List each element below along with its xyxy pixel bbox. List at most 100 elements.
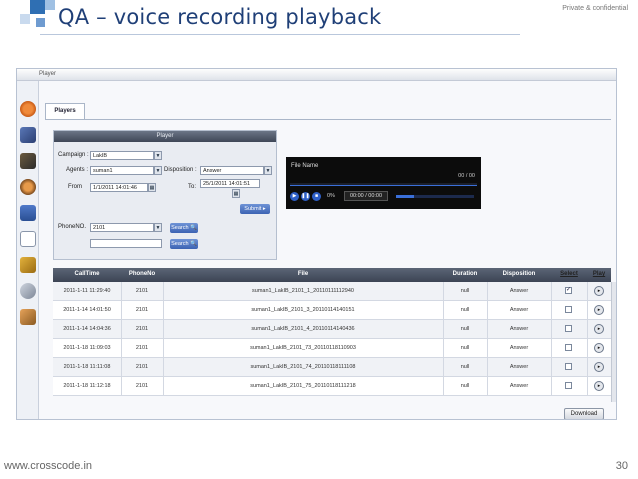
table-row: 2011-1-18 11:12:18 2101 suman1_LakIB_2101_…	[53, 377, 611, 396]
header-select[interactable]: Select	[551, 271, 587, 277]
column-divider	[443, 282, 444, 301]
player-icon[interactable]	[20, 231, 36, 247]
icon-sidebar	[17, 81, 39, 419]
progress-bar[interactable]	[290, 183, 477, 186]
play-icon[interactable]: ▸	[594, 362, 604, 372]
column-divider	[551, 377, 552, 396]
cell-file: suman1_LakIB_2101_75_20110118111218	[250, 383, 356, 389]
calendar-icon[interactable]: ▦	[148, 183, 156, 192]
search-button-secondary[interactable]: Search 🔍	[170, 239, 198, 249]
chevron-down-icon[interactable]: ▼	[154, 223, 162, 232]
column-divider	[163, 301, 164, 320]
building-icon[interactable]	[20, 205, 36, 221]
column-divider	[587, 320, 588, 339]
media-player: File Name 00 / 00 ▶ ❚❚ ■ 0% 00:00 / 00:0…	[286, 157, 481, 209]
column-divider	[163, 282, 164, 301]
cell-duration: null	[460, 345, 470, 351]
cell-disposition: Answer	[509, 326, 529, 332]
column-divider	[551, 320, 552, 339]
recordings-table: CallTime PhoneNo File Duration Dispositi…	[53, 268, 611, 396]
play-icon[interactable]: ▸	[594, 286, 604, 296]
play-icon[interactable]: ▸	[594, 305, 604, 315]
pencil-icon[interactable]	[20, 257, 36, 273]
campaign-select[interactable]: LakIB	[90, 151, 154, 160]
tab-players[interactable]: Players	[45, 103, 85, 119]
table-scrollbar[interactable]	[611, 282, 616, 402]
campaign-label: Campaign :	[58, 152, 89, 158]
column-divider	[163, 358, 164, 377]
disposition-select[interactable]: Answer	[200, 166, 264, 175]
cell-calltime: 2011-1-11 11:29:40	[63, 288, 111, 294]
settings-icon[interactable]	[20, 179, 36, 195]
phone-select[interactable]: 2101	[90, 223, 154, 232]
column-divider	[587, 377, 588, 396]
home-icon[interactable]	[20, 101, 36, 117]
pause-icon[interactable]: ❚❚	[301, 192, 310, 201]
phone-label: PhoneNO.	[58, 224, 87, 230]
calendar-icon[interactable]: ▦	[232, 189, 240, 198]
column-divider	[443, 377, 444, 396]
to-label: To:	[188, 184, 197, 190]
header-play[interactable]: Play	[587, 271, 611, 277]
cell-calltime: 2011-1-14 14:04:36	[63, 326, 111, 332]
column-divider	[121, 301, 122, 320]
header-disposition: Disposition	[502, 271, 536, 277]
tools-icon[interactable]	[20, 309, 36, 325]
to-date-field[interactable]: 25/1/2011 14:01:51	[200, 179, 260, 188]
chevron-down-icon[interactable]: ▼	[154, 166, 162, 175]
select-checkbox[interactable]	[565, 382, 572, 389]
cell-phone: 2101	[135, 383, 149, 389]
select-checkbox[interactable]	[565, 306, 572, 313]
cell-file: suman1_LakIB_2101_74_20110118111108	[250, 364, 356, 370]
select-checkbox[interactable]	[565, 325, 572, 332]
play-icon[interactable]: ▸	[594, 324, 604, 334]
column-divider	[587, 301, 588, 320]
play-icon[interactable]: ▸	[594, 343, 604, 353]
play-icon[interactable]: ▸	[594, 381, 604, 391]
team-icon[interactable]	[20, 153, 36, 169]
current-time: 00:00 / 00:00	[344, 191, 388, 201]
column-divider	[443, 320, 444, 339]
cell-duration: null	[460, 383, 470, 389]
download-button[interactable]: Download	[564, 408, 604, 419]
stop-icon[interactable]: ■	[312, 192, 321, 201]
column-divider	[163, 339, 164, 358]
column-divider	[121, 339, 122, 358]
cell-duration: null	[460, 288, 470, 294]
submit-button[interactable]: Submit ▸	[240, 204, 270, 214]
slide-title: QA – voice recording playback	[58, 5, 382, 29]
disposition-label: Disposition :	[164, 167, 197, 173]
select-checkbox[interactable]	[565, 363, 572, 370]
from-date-field[interactable]: 1/1/2011 14:01:46	[90, 183, 148, 192]
agents-select[interactable]: suman1	[90, 166, 154, 175]
cell-disposition: Answer	[509, 364, 529, 370]
cell-phone: 2101	[135, 326, 149, 332]
select-checkbox[interactable]	[565, 344, 572, 351]
user-icon[interactable]	[20, 127, 36, 143]
cell-disposition: Answer	[509, 288, 529, 294]
file-name-label: File Name	[291, 163, 319, 169]
volume-slider[interactable]	[396, 195, 474, 198]
cell-disposition: Answer	[509, 307, 529, 313]
progress-percent: 0%	[327, 193, 335, 199]
header-phoneno: PhoneNo	[128, 271, 156, 277]
search-text-input[interactable]	[90, 239, 162, 248]
cell-file: suman1_LakIB_2101_1_20110111112940	[252, 288, 354, 294]
cell-disposition: Answer	[509, 383, 529, 389]
accent-square-light	[45, 0, 55, 10]
total-time: 00 / 00	[458, 173, 475, 179]
cell-calltime: 2011-1-14 14:01:50	[63, 307, 111, 313]
chevron-down-icon[interactable]: ▼	[264, 166, 272, 175]
select-checkbox[interactable]: ✓	[565, 287, 572, 294]
column-divider	[487, 282, 488, 301]
column-divider	[551, 358, 552, 377]
search-button[interactable]: Search 🔍	[170, 223, 198, 233]
chevron-down-icon[interactable]: ▼	[154, 151, 162, 160]
play-icon[interactable]: ▶	[290, 192, 299, 201]
table-row: 2011-1-14 14:01:50 2101 suman1_LakIB_2101_…	[53, 301, 611, 320]
player-form: Player Campaign : LakIB ▼ Agents : suman…	[53, 130, 277, 260]
cell-file: suman1_LakIB_2101_73_20110118110903	[250, 345, 356, 351]
headset-icon[interactable]	[20, 283, 36, 299]
table-row: 2011-1-18 11:11:08 2101 suman1_LakIB_2101_…	[53, 358, 611, 377]
form-header: Player	[54, 131, 276, 142]
